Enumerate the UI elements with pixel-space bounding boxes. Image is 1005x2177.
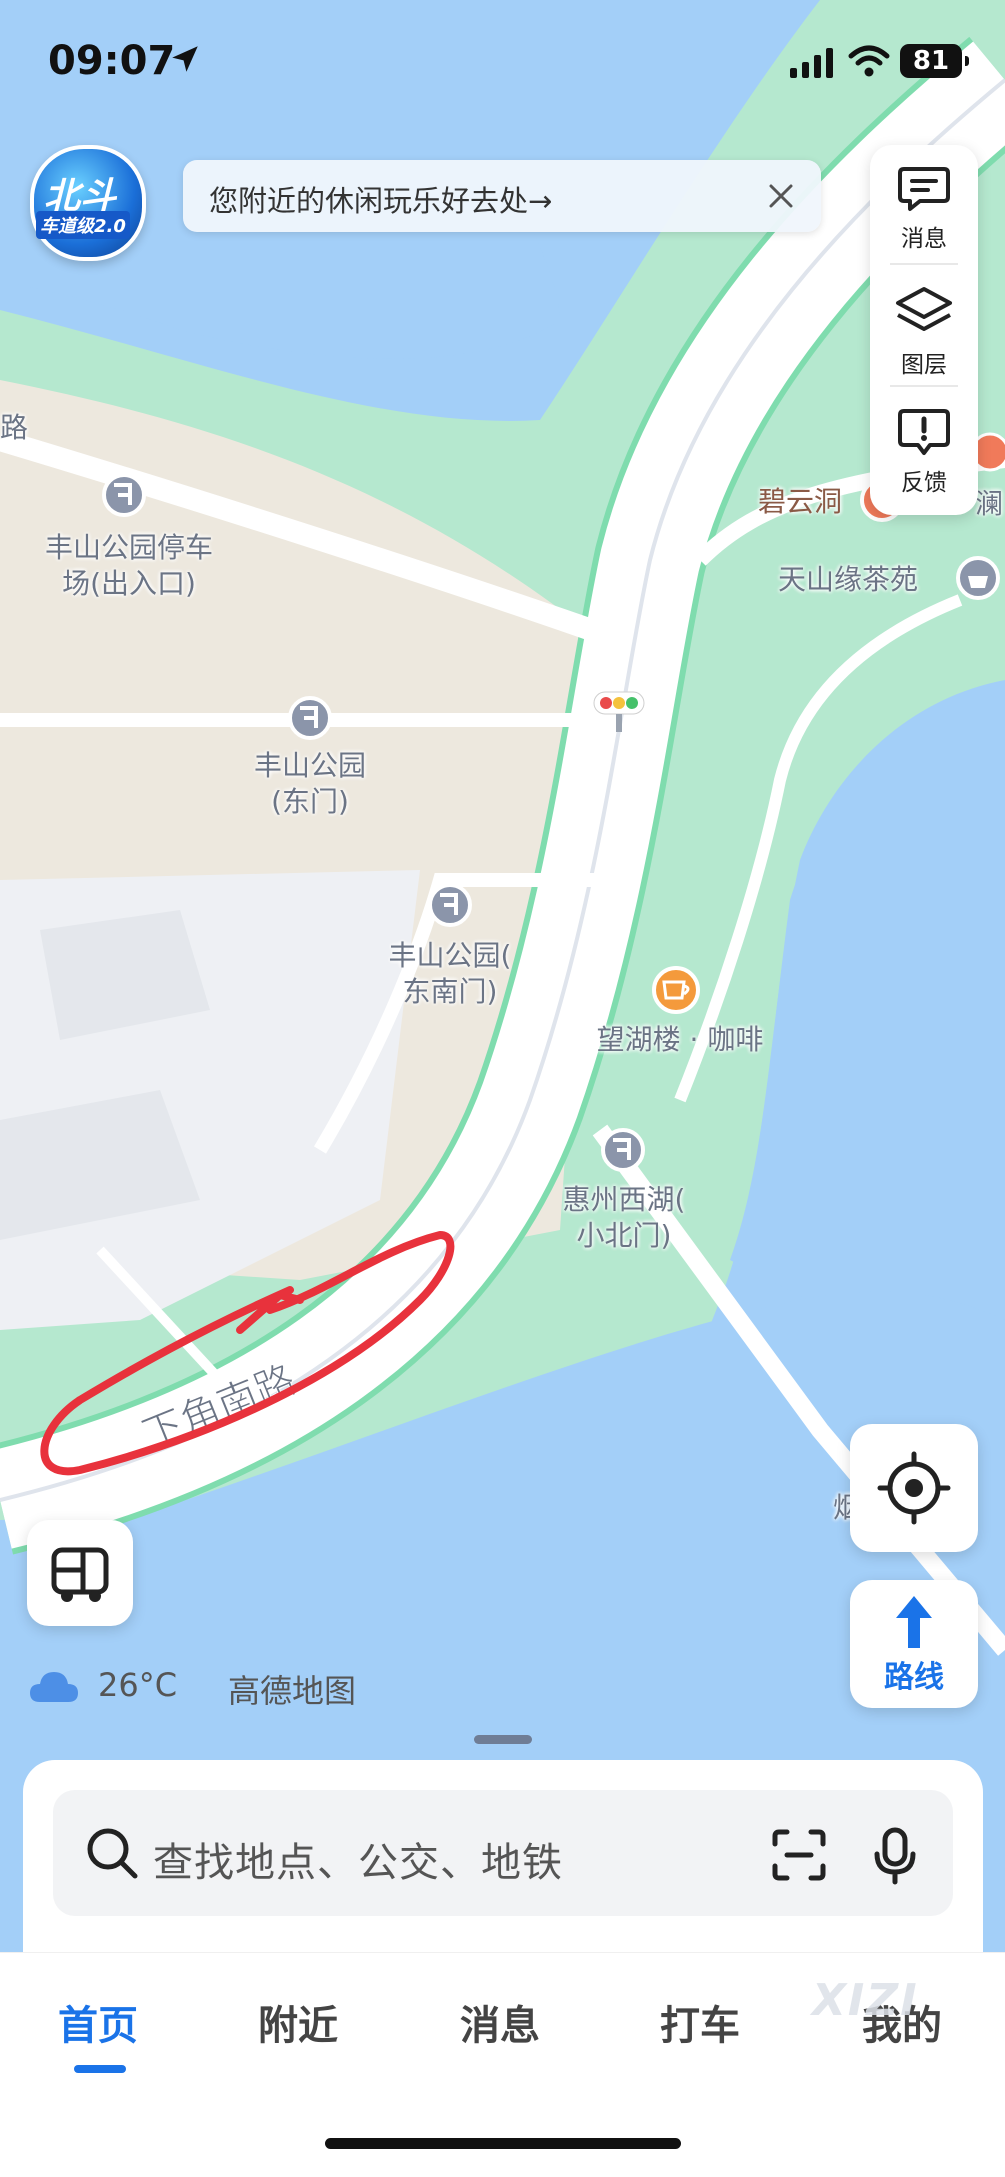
search-input[interactable]: 查找地点、公交、地铁 [153, 1830, 563, 1888]
poi-label-line: 天山缘茶苑 [778, 563, 919, 596]
poi-label-biyun-cave[interactable]: 碧云洞 [758, 484, 842, 520]
search-icon [87, 1828, 138, 1879]
wifi-icon [848, 45, 890, 77]
beidou-badge-subtitle: 车道级2.0 [36, 211, 130, 239]
bus-button[interactable] [27, 1520, 133, 1626]
map-edge-label: 路 [0, 411, 29, 444]
status-time: 09:07 [48, 38, 176, 84]
poi-label-line: (东门) [271, 785, 349, 818]
status-bar: 09:07 81 [0, 0, 1005, 120]
crosshair-icon [877, 1451, 951, 1525]
poi-label-wanghu-coffee[interactable]: 望湖楼 · 咖啡 [580, 1022, 780, 1058]
watermark: XIZI [812, 1975, 919, 2026]
location-arrow-icon [172, 46, 198, 72]
route-arrow-icon [896, 1596, 932, 1648]
poi-label-line: 丰山公园 [253, 749, 366, 782]
poi-label-tianshan-teahouse[interactable]: 天山缘茶苑 [778, 562, 918, 598]
microphone-icon[interactable] [873, 1826, 917, 1886]
route-button-label: 路线 [884, 1660, 944, 1695]
poi-label-line: 望湖楼 · 咖啡 [596, 1023, 764, 1056]
gate-pin-icon[interactable] [288, 696, 332, 740]
home-indicator [325, 2138, 681, 2149]
layers-button[interactable]: 图层 [870, 267, 978, 385]
gate-pin-icon[interactable] [428, 883, 472, 927]
poi-label-west-lake-north-gate[interactable]: 惠州西湖( 小北门) [546, 1182, 702, 1254]
bus-icon [51, 1547, 109, 1602]
parking-pin-icon[interactable] [102, 473, 146, 517]
scan-icon[interactable] [771, 1828, 827, 1882]
bottom-sheet: 查找地点、公交、地铁 [23, 1760, 983, 1960]
messages-button[interactable]: 消息 [870, 145, 978, 263]
messages-label: 消息 [901, 226, 947, 252]
teahouse-pin-icon[interactable] [956, 556, 1000, 600]
feedback-button[interactable]: 反馈 [870, 389, 978, 507]
cellular-signal-icon [790, 48, 833, 78]
poi-label-line: 丰山公园( [388, 939, 512, 972]
map-edge-label: 澜 [975, 487, 1004, 520]
locate-me-button[interactable] [850, 1424, 978, 1552]
poi-label-line: 场(出入口) [62, 567, 196, 600]
layers-icon [896, 287, 952, 331]
active-tab-indicator [74, 2065, 126, 2073]
divider [890, 385, 958, 387]
layers-label: 图层 [901, 352, 947, 378]
map-tools-panel: 消息 图层 反馈 [870, 145, 978, 515]
poi-label-line: 碧云洞 [758, 485, 843, 518]
poi-label-line: 小北门) [576, 1219, 672, 1252]
poi-label-fengshan-parking[interactable]: 丰山公园停车 场(出入口) [24, 530, 234, 602]
cloud-icon [30, 1672, 78, 1702]
close-icon[interactable] [763, 178, 799, 214]
recommendation-banner[interactable]: 您附近的休闲玩乐好去处→ [183, 160, 821, 232]
poi-label-line: 丰山公园停车 [44, 531, 213, 564]
temperature-text: 26°C [98, 1666, 178, 1704]
battery-indicator: 81 [900, 44, 969, 78]
poi-label-fengshan-east-gate[interactable]: 丰山公园 (东门) [240, 748, 380, 820]
tab-home[interactable]: 首页 [58, 1993, 138, 2051]
banner-text: 您附近的休闲玩乐好去处→ [209, 184, 553, 218]
poi-label-fengshan-southeast-gate[interactable]: 丰山公园( 东南门) [372, 938, 528, 1010]
sheet-drag-handle[interactable] [474, 1735, 532, 1744]
tab-taxi[interactable]: 打车 [660, 1993, 740, 2051]
route-button[interactable]: 路线 [850, 1580, 978, 1708]
tab-nearby[interactable]: 附近 [258, 1993, 338, 2051]
search-bar[interactable]: 查找地点、公交、地铁 [53, 1790, 953, 1916]
poi-label-line: 东南门) [402, 975, 498, 1008]
amap-logo-text: 高德地图 [228, 1672, 357, 1710]
poi-label-line: 惠州西湖( [562, 1183, 686, 1216]
feedback-label: 反馈 [901, 470, 947, 496]
beidou-lane-badge[interactable]: 北斗 车道级2.0 [30, 145, 146, 261]
divider [890, 263, 958, 265]
gate-pin-icon[interactable] [601, 1128, 645, 1172]
tab-messages[interactable]: 消息 [460, 1993, 540, 2051]
feedback-icon [898, 409, 950, 455]
coffee-pin-icon[interactable] [652, 966, 700, 1014]
message-icon [898, 167, 950, 211]
